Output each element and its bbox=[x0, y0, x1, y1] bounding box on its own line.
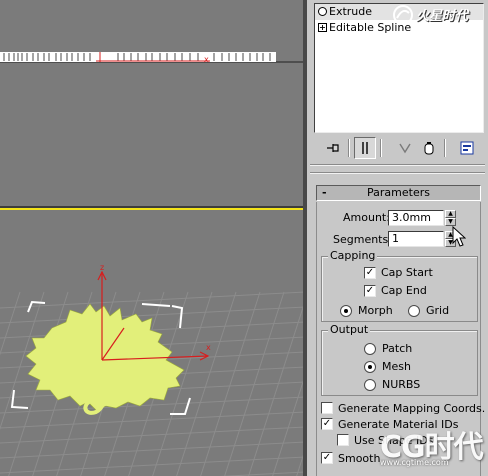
gen-mapping-label[interactable]: Generate Mapping Coords. bbox=[338, 402, 485, 415]
configure-modifier-sets-icon[interactable] bbox=[456, 137, 478, 159]
grid-line bbox=[0, 291, 21, 356]
grid-label[interactable]: Grid bbox=[426, 304, 449, 317]
mesh-radio[interactable] bbox=[364, 361, 376, 373]
gizmo-z-label: z bbox=[100, 263, 104, 272]
grid-line bbox=[0, 456, 303, 474]
show-end-result-icon[interactable] bbox=[354, 137, 376, 159]
output-group: Output Patch Mesh NURBS bbox=[321, 323, 478, 396]
patch-label[interactable]: Patch bbox=[382, 342, 412, 355]
smooth-checkbox[interactable]: ✓ bbox=[321, 452, 333, 464]
morph-label[interactable]: Morph bbox=[358, 304, 393, 317]
grid-line bbox=[0, 306, 303, 324]
top-viewport-canvas: x bbox=[0, 52, 303, 64]
segments-label: Segments: bbox=[333, 233, 392, 246]
smooth-label[interactable]: Smooth bbox=[338, 452, 380, 465]
grid-line bbox=[272, 380, 303, 476]
perspective-viewport-canvas: z x bbox=[0, 263, 303, 476]
gizmo-x-label: x bbox=[206, 343, 211, 352]
grid-line bbox=[248, 305, 303, 476]
trash-icon[interactable] bbox=[418, 137, 440, 159]
watermark-top-url: www.hxsd.com bbox=[418, 22, 471, 30]
watermark-bottom-url: www.cgtime.com bbox=[380, 458, 449, 467]
toolbar-separator bbox=[348, 139, 350, 157]
morph-radio[interactable] bbox=[340, 305, 352, 317]
toolbar-separator bbox=[380, 139, 382, 157]
command-panel-modify: Extrude + Editable Spline - Parameters A… bbox=[307, 0, 488, 476]
watermark-cgtime: CG时代 www.cgtime.com bbox=[376, 420, 488, 476]
capping-title: Capping bbox=[328, 249, 378, 263]
output-title: Output bbox=[328, 323, 371, 337]
x-axis-marker: x bbox=[204, 55, 209, 64]
modifier-stack-toolbar bbox=[314, 136, 484, 160]
grid-line bbox=[0, 396, 303, 414]
make-unique-icon[interactable] bbox=[394, 137, 416, 159]
3dsmax-window: x z x Extrude + Editable Spline - Parame… bbox=[0, 0, 488, 476]
gen-material-checkbox[interactable]: ✓ bbox=[321, 418, 333, 430]
cap-end-label[interactable]: Cap End bbox=[381, 284, 427, 297]
cap-start-label[interactable]: Cap Start bbox=[381, 266, 433, 279]
collapse-icon: - bbox=[322, 186, 327, 199]
nurbs-radio[interactable] bbox=[364, 379, 376, 391]
grid-line bbox=[0, 291, 45, 431]
grid-line bbox=[0, 411, 303, 429]
lightbulb-icon[interactable] bbox=[318, 7, 327, 16]
use-shape-ids-checkbox[interactable] bbox=[337, 434, 349, 446]
panel-separator bbox=[310, 172, 485, 174]
panel-separator bbox=[310, 164, 485, 166]
plus-box-icon[interactable]: + bbox=[318, 23, 327, 32]
viewport-perspective[interactable]: z x bbox=[0, 208, 305, 476]
nurbs-label[interactable]: NURBS bbox=[382, 378, 420, 391]
watermark-hxsd: 火星时代 www.hxsd.com bbox=[392, 2, 488, 34]
gen-mapping-checkbox[interactable] bbox=[321, 402, 333, 414]
amount-field[interactable]: 3.0mm bbox=[388, 210, 444, 226]
grid-line bbox=[200, 291, 261, 476]
cap-end-checkbox[interactable]: ✓ bbox=[364, 285, 376, 297]
pin-icon[interactable] bbox=[322, 137, 344, 159]
mouse-cursor-icon bbox=[452, 226, 466, 247]
patch-radio[interactable] bbox=[364, 343, 376, 355]
rollout-title: Parameters bbox=[367, 186, 430, 199]
stack-item-label: Extrude bbox=[329, 5, 373, 18]
segments-field[interactable]: 1 bbox=[388, 231, 444, 247]
grid-radio[interactable] bbox=[408, 305, 420, 317]
cap-start-checkbox[interactable]: ✓ bbox=[364, 267, 376, 279]
mesh-label[interactable]: Mesh bbox=[382, 360, 411, 373]
viewport-top[interactable]: x bbox=[0, 0, 305, 206]
amount-spinner-arrows[interactable]: ▲ ▼ bbox=[445, 210, 456, 226]
amount-label: Amount: bbox=[343, 211, 390, 224]
hxsd-logo-icon bbox=[393, 5, 413, 25]
capping-group: Capping ✓ Cap Start ✓ Cap End Morph Grid bbox=[321, 249, 478, 322]
parameters-rollout-header[interactable]: - Parameters bbox=[316, 185, 481, 201]
toolbar-separator bbox=[444, 139, 446, 157]
